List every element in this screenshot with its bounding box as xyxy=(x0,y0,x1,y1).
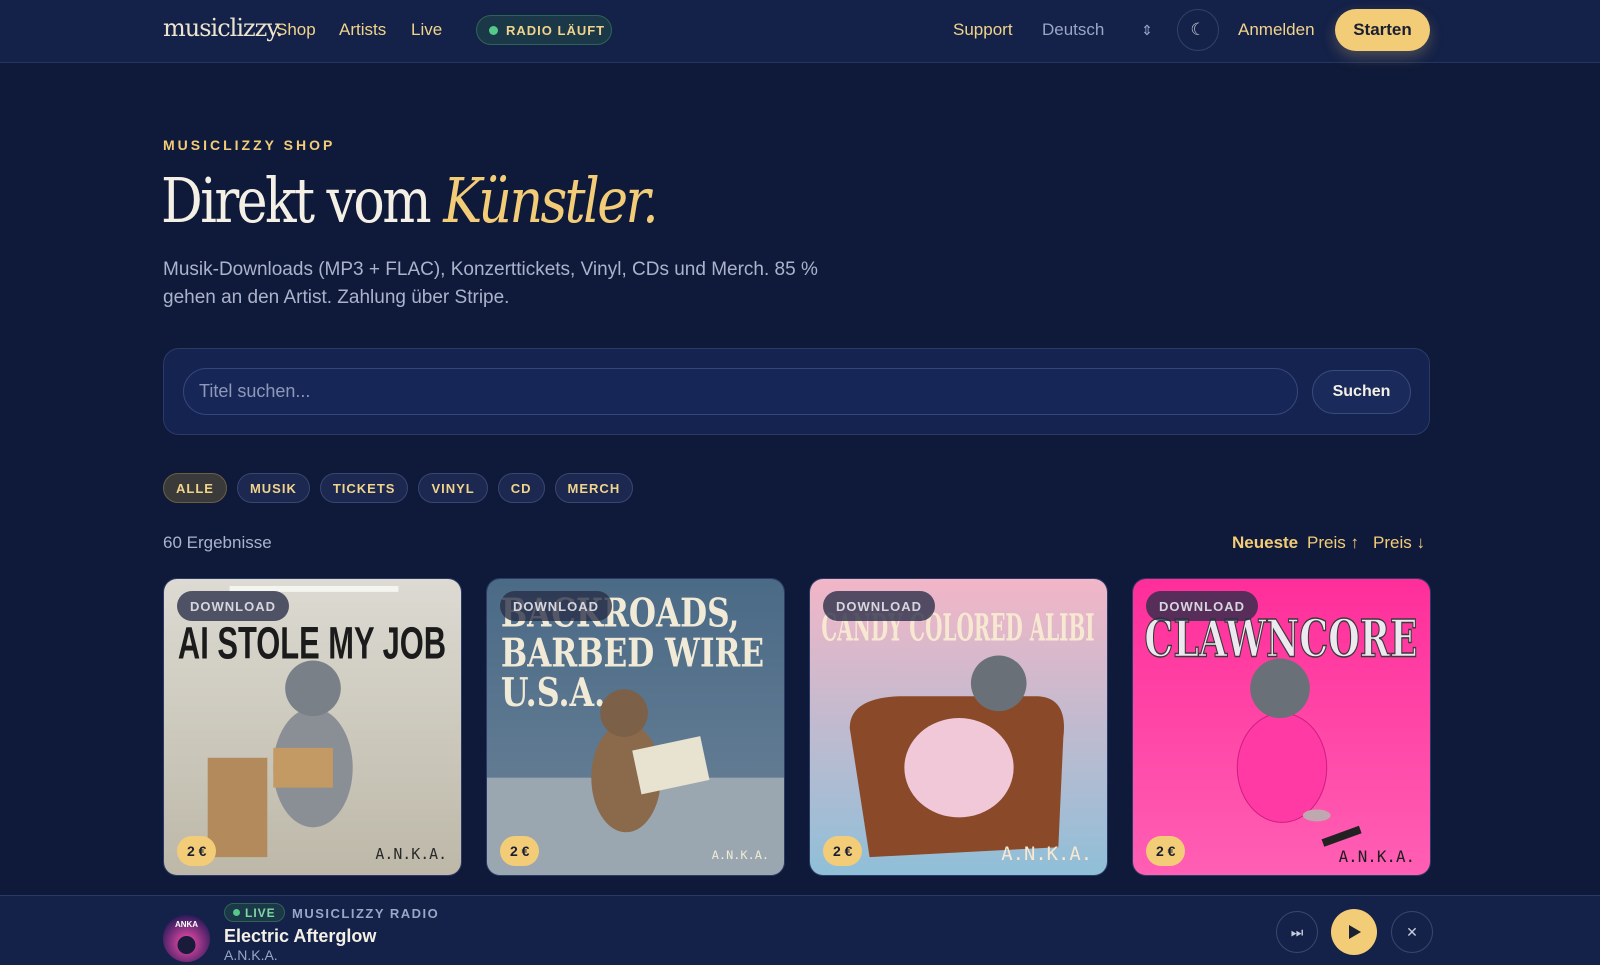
search-button[interactable]: Suchen xyxy=(1312,370,1411,414)
skip-next-button[interactable]: ⏭ xyxy=(1276,911,1318,953)
product-type-badge: DOWNLOAD xyxy=(177,591,289,621)
skip-next-icon: ⏭ xyxy=(1290,923,1304,940)
filter-chip-all[interactable]: ALLE xyxy=(163,473,227,503)
player-cover-image: ANKA xyxy=(163,915,210,962)
track-title: Electric Afterglow xyxy=(224,926,377,946)
filter-chip-cd[interactable]: CD xyxy=(497,473,545,503)
radio-status-pill[interactable]: RADIO LÄUFT xyxy=(476,15,612,45)
page-title: Direkt vom Künstler. xyxy=(161,160,659,242)
live-dot-icon xyxy=(233,909,240,916)
site-logo[interactable]: musiclizzy. xyxy=(163,14,283,42)
price-tag: 2 € xyxy=(177,836,217,866)
cover-artist: A.N.K.A. xyxy=(375,845,447,863)
filter-chip-merch[interactable]: MERCH xyxy=(554,473,634,503)
station-name: MUSICLIZZY RADIO xyxy=(292,906,440,921)
close-player-button[interactable]: ✕ xyxy=(1391,911,1433,953)
cover-artist: A.N.K.A. xyxy=(1339,847,1415,866)
nav-link-live[interactable]: Live xyxy=(411,20,442,40)
section-eyebrow: MUSICLIZZY SHOP xyxy=(163,137,336,153)
category-filters: ALLE MUSIK TICKETS VINYL CD MERCH xyxy=(163,473,634,503)
sort-newest[interactable]: Neueste xyxy=(1232,533,1298,553)
product-card[interactable]: CLAWNCORE A.N.K.A. DOWNLOAD 2 € xyxy=(1132,578,1431,876)
close-icon: ✕ xyxy=(1406,923,1418,940)
filter-chip-music[interactable]: MUSIK xyxy=(236,473,310,503)
price-tag: 2 € xyxy=(500,836,540,866)
filter-chip-tickets[interactable]: TICKETS xyxy=(319,473,409,503)
live-dot-icon xyxy=(489,25,498,35)
cover-artist: A.N.K.A. xyxy=(712,848,769,862)
support-link[interactable]: Support xyxy=(953,20,1013,40)
player-cover-text: ANKA xyxy=(175,920,198,929)
price-tag: 2 € xyxy=(1146,836,1186,866)
price-tag: 2 € xyxy=(823,836,863,866)
track-artist: A.N.K.A. xyxy=(224,947,278,963)
sort-price-asc[interactable]: Preis ↑ xyxy=(1307,533,1359,553)
product-type-badge: DOWNLOAD xyxy=(823,591,935,621)
album-cover-image: CANDY COLORED ALIBI A.N.K.A. xyxy=(810,579,1107,875)
start-button[interactable]: Starten xyxy=(1335,9,1430,51)
page-subtitle: Musik-Downloads (MP3 + FLAC), Konzerttic… xyxy=(163,259,818,308)
product-card[interactable]: BACKROADS, BARBED WIRE U.S.A. A.N.K.A. D… xyxy=(486,578,785,876)
search-input[interactable] xyxy=(183,368,1298,415)
moon-icon: ☾ xyxy=(1190,20,1206,39)
product-type-badge: DOWNLOAD xyxy=(500,591,612,621)
chevron-updown-icon[interactable]: ⇕ xyxy=(1137,18,1157,42)
page-title-main: Direkt vom xyxy=(161,164,432,237)
filter-chip-vinyl[interactable]: VINYL xyxy=(418,473,488,503)
nav-link-shop[interactable]: Shop xyxy=(276,20,316,40)
svg-text:U.S.A.: U.S.A. xyxy=(501,670,605,716)
theme-toggle-button[interactable]: ☾ xyxy=(1177,9,1219,51)
search-panel: Suchen xyxy=(163,348,1430,435)
radio-status-label: RADIO LÄUFT xyxy=(506,22,606,38)
album-cover-image: BACKROADS, BARBED WIRE U.S.A. A.N.K.A. xyxy=(487,579,784,875)
radio-player-bar: ANKA LIVE MUSICLIZZY RADIO Electric Afte… xyxy=(0,895,1600,965)
page-title-accent: Künstler. xyxy=(443,164,659,237)
cover-artist: A.N.K.A. xyxy=(1001,843,1092,865)
nav-link-artists[interactable]: Artists xyxy=(339,20,386,40)
play-icon xyxy=(1349,925,1361,939)
login-link[interactable]: Anmelden xyxy=(1238,20,1315,40)
album-cover-image: CLAWNCORE A.N.K.A. xyxy=(1133,579,1430,875)
language-select[interactable]: Deutsch xyxy=(1042,20,1104,40)
product-card[interactable]: AI STOLE MY JOB A.N.K.A. DOWNLOAD 2 € xyxy=(163,578,462,876)
results-count: 60 Ergebnisse xyxy=(163,533,272,552)
product-type-badge: DOWNLOAD xyxy=(1146,591,1258,621)
album-cover-image: AI STOLE MY JOB A.N.K.A. xyxy=(164,579,461,875)
live-label: LIVE xyxy=(245,905,276,920)
product-card[interactable]: CANDY COLORED ALIBI A.N.K.A. DOWNLOAD 2 … xyxy=(809,578,1108,876)
play-button[interactable] xyxy=(1331,909,1377,955)
live-badge: LIVE xyxy=(224,903,285,922)
sort-price-desc[interactable]: Preis ↓ xyxy=(1373,533,1425,553)
top-navigation: musiclizzy. Shop Artists Live RADIO LÄUF… xyxy=(0,0,1600,63)
